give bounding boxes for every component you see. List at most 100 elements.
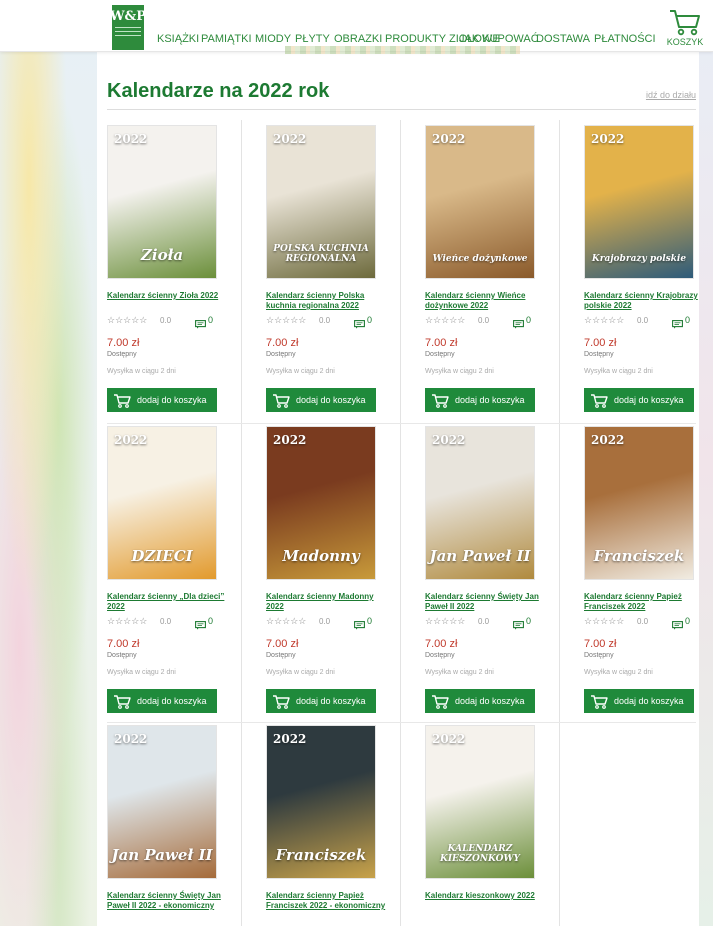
comment-icon[interactable] bbox=[672, 316, 683, 334]
cover-year: 2022 bbox=[432, 732, 466, 746]
star-rating-icon[interactable]: ☆☆☆☆☆ bbox=[107, 616, 147, 627]
cart-icon bbox=[432, 393, 449, 408]
star-rating-icon[interactable]: ☆☆☆☆☆ bbox=[425, 315, 465, 326]
star-rating-icon[interactable]: ☆☆☆☆☆ bbox=[266, 315, 306, 326]
nav-item-obrazki[interactable]: OBRAZKI bbox=[334, 33, 382, 45]
product-cover-image[interactable]: 2022 Wieńce dożynkowe bbox=[425, 125, 535, 279]
cover-year: 2022 bbox=[432, 433, 466, 447]
goto-category-link[interactable]: idź do działu bbox=[646, 90, 696, 100]
add-to-cart-button[interactable]: dodaj do koszyka bbox=[584, 689, 694, 713]
availability-status: Dostępny bbox=[107, 652, 137, 659]
nav-item-jak-kupowac[interactable]: JAK KUPOWAĆ bbox=[459, 33, 539, 45]
cover-title: POLSKA KUCHNIA REGIONALNA bbox=[273, 244, 369, 264]
product-cover-image[interactable]: 2022 Krajobrazy polskie bbox=[584, 125, 694, 279]
star-rating-icon[interactable]: ☆☆☆☆☆ bbox=[584, 616, 624, 627]
nav-item-pamiatki[interactable]: PAMIĄTKI bbox=[201, 33, 252, 45]
star-rating-icon[interactable]: ☆☆☆☆☆ bbox=[107, 315, 147, 326]
product-cover-image[interactable]: 2022 Zioła bbox=[107, 125, 217, 279]
cover-year: 2022 bbox=[114, 433, 148, 447]
product-cover-image[interactable]: 2022 Franciszek bbox=[584, 426, 694, 580]
product-cover-image[interactable]: 2022 KALENDARZ KIESZONKOWY bbox=[425, 725, 535, 879]
cart-button[interactable]: KOSZYK bbox=[666, 8, 704, 50]
shipping-info: Wysyłka w ciągu 2 dni bbox=[584, 368, 653, 375]
cover-year: 2022 bbox=[432, 132, 466, 146]
add-to-cart-label: dodaj do koszyka bbox=[614, 395, 684, 405]
product-cover-image[interactable]: 2022 DZIECI bbox=[107, 426, 217, 580]
comment-icon[interactable] bbox=[195, 617, 206, 635]
top-navigation-bar: W&P KSIĄŻKI PAMIĄTKI MIODY PŁYTY OBRAZKI… bbox=[0, 0, 713, 52]
nav-item-ksiazki[interactable]: KSIĄŻKI bbox=[157, 33, 199, 45]
product-cover-image[interactable]: 2022 Jan Paweł II bbox=[107, 725, 217, 879]
cart-icon bbox=[273, 393, 290, 408]
cart-icon bbox=[591, 393, 608, 408]
shipping-info: Wysyłka w ciągu 2 dni bbox=[266, 669, 335, 676]
add-to-cart-button[interactable]: dodaj do koszyka bbox=[107, 388, 217, 412]
comment-count: 0 bbox=[685, 616, 691, 626]
rating-row: ☆☆☆☆☆ 0.0 0 bbox=[266, 315, 375, 329]
nav-item-plyty[interactable]: PŁYTY bbox=[295, 33, 330, 45]
comment-icon[interactable] bbox=[354, 617, 365, 635]
product-name-link[interactable]: Kalendarz ścienny Święty Jan Paweł II 20… bbox=[107, 891, 232, 911]
add-to-cart-button[interactable]: dodaj do koszyka bbox=[107, 689, 217, 713]
add-to-cart-label: dodaj do koszyka bbox=[296, 696, 366, 706]
availability-status: Dostępny bbox=[584, 351, 614, 358]
product-name-link[interactable]: Kalendarz ścienny Święty Jan Paweł II 20… bbox=[425, 592, 550, 612]
product-name-link[interactable]: Kalendarz ścienny Krajobrazy polskie 202… bbox=[584, 291, 709, 311]
product-name-link[interactable]: Kalendarz ścienny Wieńce dożynkowe 2022 bbox=[425, 291, 550, 311]
rating-row: ☆☆☆☆☆ 0.0 0 bbox=[266, 616, 375, 630]
cover-year: 2022 bbox=[273, 732, 307, 746]
star-rating-icon[interactable]: ☆☆☆☆☆ bbox=[425, 616, 465, 627]
cover-title: Franciszek bbox=[593, 547, 685, 565]
shipping-info: Wysyłka w ciągu 2 dni bbox=[425, 669, 494, 676]
cart-icon bbox=[114, 393, 131, 408]
product-name-link[interactable]: Kalendarz ścienny „Dla dzieci” 2022 bbox=[107, 592, 232, 612]
rating-row: ☆☆☆☆☆ 0.0 0 bbox=[107, 616, 216, 630]
nav-item-platnosci[interactable]: PŁATNOŚCI bbox=[594, 33, 656, 45]
product-cover-image[interactable]: 2022 Jan Paweł II bbox=[425, 426, 535, 580]
column-divider bbox=[559, 120, 560, 926]
product-name-link[interactable]: Kalendarz kieszonkowy 2022 bbox=[425, 891, 550, 901]
comment-icon[interactable] bbox=[672, 617, 683, 635]
rating-row: ☆☆☆☆☆ 0.0 0 bbox=[107, 315, 216, 329]
product-cover-image[interactable]: 2022 POLSKA KUCHNIA REGIONALNA bbox=[266, 125, 376, 279]
rating-value: 0.0 bbox=[160, 316, 172, 325]
add-to-cart-button[interactable]: dodaj do koszyka bbox=[584, 388, 694, 412]
product-price: 7.00 zł bbox=[584, 337, 617, 349]
cart-icon bbox=[273, 694, 290, 709]
comment-icon[interactable] bbox=[513, 316, 524, 334]
add-to-cart-label: dodaj do koszyka bbox=[614, 696, 684, 706]
add-to-cart-button[interactable]: dodaj do koszyka bbox=[425, 689, 535, 713]
product-cover-image[interactable]: 2022 Franciszek bbox=[266, 725, 376, 879]
product-price: 7.00 zł bbox=[425, 337, 458, 349]
availability-status: Dostępny bbox=[425, 351, 455, 358]
cover-year: 2022 bbox=[591, 132, 625, 146]
product-name-link[interactable]: Kalendarz ścienny Madonny 2022 bbox=[266, 592, 391, 612]
comment-count: 0 bbox=[526, 616, 532, 626]
shipping-info: Wysyłka w ciągu 2 dni bbox=[266, 368, 335, 375]
nav-item-miody[interactable]: MIODY bbox=[255, 33, 291, 45]
star-rating-icon[interactable]: ☆☆☆☆☆ bbox=[584, 315, 624, 326]
comment-icon[interactable] bbox=[354, 316, 365, 334]
product-cover-image[interactable]: 2022 Madonny bbox=[266, 426, 376, 580]
comment-icon[interactable] bbox=[513, 617, 524, 635]
add-to-cart-label: dodaj do koszyka bbox=[137, 395, 207, 405]
star-rating-icon[interactable]: ☆☆☆☆☆ bbox=[266, 616, 306, 627]
comment-count: 0 bbox=[367, 616, 373, 626]
product-name-link[interactable]: Kalendarz ścienny Polska kuchnia regiona… bbox=[266, 291, 391, 311]
add-to-cart-button[interactable]: dodaj do koszyka bbox=[266, 689, 376, 713]
product-name-link[interactable]: Kalendarz ścienny Papież Franciszek 2022… bbox=[266, 891, 391, 911]
product-name-link[interactable]: Kalendarz ścienny Papież Franciszek 2022 bbox=[584, 592, 709, 612]
comment-count: 0 bbox=[526, 315, 532, 325]
rating-value: 0.0 bbox=[319, 617, 331, 626]
comment-icon[interactable] bbox=[195, 316, 206, 334]
logo-text: W&P bbox=[109, 9, 147, 24]
product-name-link[interactable]: Kalendarz ścienny Zioła 2022 bbox=[107, 291, 232, 301]
cart-icon bbox=[114, 694, 131, 709]
availability-status: Dostępny bbox=[584, 652, 614, 659]
rating-row: ☆☆☆☆☆ 0.0 0 bbox=[584, 616, 693, 630]
add-to-cart-button[interactable]: dodaj do koszyka bbox=[425, 388, 535, 412]
add-to-cart-button[interactable]: dodaj do koszyka bbox=[266, 388, 376, 412]
site-logo[interactable]: W&P bbox=[109, 5, 147, 50]
nav-item-dostawa[interactable]: DOSTAWA bbox=[536, 33, 590, 45]
add-to-cart-label: dodaj do koszyka bbox=[137, 696, 207, 706]
